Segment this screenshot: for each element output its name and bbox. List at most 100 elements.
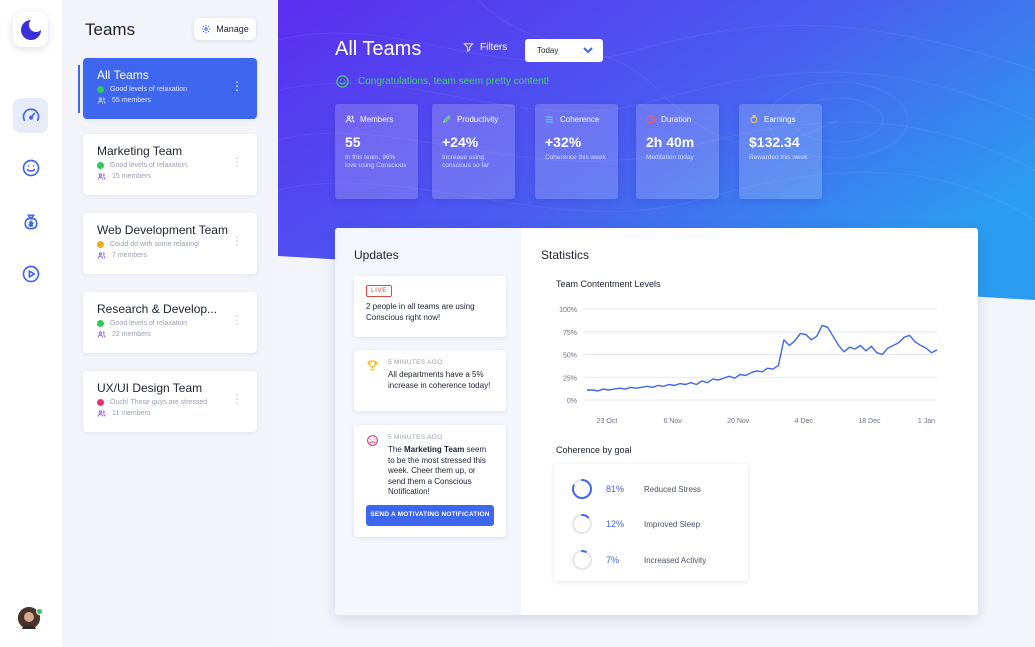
nav-wellbeing[interactable] — [13, 150, 48, 185]
stat-card-productivity: Productivity +24% Increase using conscio… — [432, 104, 515, 199]
team-name: UX/UI Design Team — [97, 381, 203, 395]
statistics-title: Statistics — [541, 248, 590, 262]
stat-label: Coherence — [560, 114, 600, 124]
team-members: 7 members — [112, 252, 148, 259]
filters-button[interactable]: Filters — [463, 42, 507, 53]
goal-percent: 7% — [606, 555, 620, 565]
team-card-research[interactable]: Research & Develop... Good levels of rel… — [83, 292, 257, 353]
goal-row-increased-activity[interactable]: 7% Increased Activity — [571, 549, 706, 571]
stat-card-coherence: Coherence +32% Coherence this week — [535, 104, 618, 199]
chart-title: Team Contentment Levels — [556, 279, 661, 289]
chevron-down-icon — [583, 47, 593, 54]
gear-icon — [202, 24, 211, 34]
main-content: All Teams Filters Today Congratulations,… — [278, 0, 1035, 647]
series-line — [587, 324, 938, 392]
x-tick-label: 18 Dec — [858, 418, 881, 425]
update-coherence[interactable]: 5 MINUTES AGO All departments have a 5% … — [354, 350, 506, 411]
team-card-all-teams[interactable]: All Teams Good levels of relaxation 55 m… — [83, 58, 257, 119]
progress-ring-icon — [572, 550, 592, 570]
stat-subtext: Meditation today — [646, 154, 694, 161]
team-name: Research & Develop... — [97, 302, 218, 316]
dashboard-panel: Updates LIVE 2 people in all teams are u… — [335, 228, 978, 615]
y-tick-label: 75% — [563, 330, 577, 337]
page-title: All Teams — [335, 38, 422, 60]
y-tick-label: 100% — [559, 307, 577, 314]
stat-value: 2h 40m — [646, 134, 695, 150]
update-text-b: today! — [466, 380, 491, 390]
stat-value: 55 — [345, 134, 361, 150]
live-badge: LIVE — [366, 285, 393, 298]
goal-label: Reduced Stress — [644, 484, 701, 494]
trophy-icon — [367, 360, 378, 371]
update-live[interactable]: LIVE 2 people in all teams are using Con… — [354, 276, 506, 337]
x-tick-label: 20 Nov — [727, 418, 750, 425]
congrats-message: Congratulations, team seem pretty conten… — [335, 74, 549, 89]
active-team-indicator — [78, 65, 80, 113]
filter-icon — [463, 43, 474, 52]
team-status: Ouch! These guys are stressed — [110, 399, 208, 406]
goal-row-reduced-stress[interactable]: 81% Reduced Stress — [571, 478, 701, 500]
stat-value: +24% — [442, 134, 479, 150]
team-members: 22 members — [112, 331, 151, 338]
icon-rail — [0, 0, 62, 647]
stat-label: Duration — [661, 114, 692, 124]
nav-earnings[interactable] — [13, 204, 48, 239]
money-bag-icon — [23, 214, 38, 230]
nav-dashboard[interactable] — [13, 98, 48, 133]
status-dot — [97, 320, 104, 327]
pencil-icon — [442, 115, 451, 124]
team-card-web-development[interactable]: Web Development Team Could do with some … — [83, 213, 257, 274]
date-range-select[interactable]: Today — [525, 39, 603, 62]
smile-icon — [22, 159, 39, 176]
kebab-menu-icon[interactable]: ⋮ — [231, 156, 243, 168]
user-avatar[interactable] — [18, 607, 43, 629]
kebab-menu-icon[interactable]: ⋮ — [231, 393, 243, 405]
people-icon — [97, 173, 106, 180]
kebab-menu-icon[interactable]: ⋮ — [231, 80, 243, 92]
kebab-menu-icon[interactable]: ⋮ — [231, 314, 243, 326]
team-members: 55 members — [112, 97, 151, 104]
money-bag-icon — [750, 115, 758, 123]
team-status: Good levels of relaxation — [110, 162, 188, 169]
update-time: 5 MINUTES AGO — [388, 434, 443, 441]
stat-subtext: Coherence this week — [545, 154, 606, 161]
update-text-bold: Marketing Team — [404, 445, 465, 455]
team-card-ux-ui-design[interactable]: UX/UI Design Team Ouch! These guys are s… — [83, 371, 257, 432]
team-card-marketing[interactable]: Marketing Team Good levels of relaxation… — [83, 134, 257, 195]
manage-button[interactable]: Manage — [194, 18, 256, 40]
goal-title: Coherence by goal — [556, 445, 632, 455]
teams-title: Teams — [85, 20, 136, 39]
send-notification-button[interactable]: SEND A MOTIVATING NOTIFICATION — [366, 505, 494, 526]
goal-percent: 12% — [606, 519, 625, 529]
status-dot — [97, 399, 104, 406]
y-tick-label: 25% — [563, 375, 577, 382]
team-status: Good levels of relaxation — [110, 320, 188, 327]
kebab-menu-icon[interactable]: ⋮ — [231, 235, 243, 247]
update-marketing-stress[interactable]: 5 MINUTES AGO The Marketing Team seem to… — [354, 425, 506, 537]
goal-row-improved-sleep[interactable]: 12% Improved Sleep — [571, 513, 700, 535]
update-text-a: All departments have a — [388, 370, 473, 380]
stat-subtext: In this team, 96% love using Conscious — [345, 154, 407, 170]
stat-card-members: Members 55 In this team, 96% love using … — [335, 104, 418, 199]
goal-label: Improved Sleep — [644, 519, 701, 529]
goal-label: Increased Activity — [644, 555, 707, 565]
update-text-a: The — [388, 445, 405, 455]
sad-face-icon — [367, 435, 378, 446]
coherence-goals-card: 81% Reduced Stress 12% Improved Sleep 7%… — [554, 464, 748, 581]
update-text: All departments have a 5% increase in co… — [388, 370, 494, 391]
x-tick-label: 4 Dec — [795, 418, 814, 425]
status-dot — [97, 241, 104, 248]
status-dot — [97, 86, 104, 93]
team-members: 15 members — [112, 173, 151, 180]
team-name: Marketing Team — [97, 144, 183, 158]
clock-icon — [646, 114, 656, 124]
manage-label: Manage — [216, 24, 249, 34]
team-status: Good levels of relaxation — [110, 86, 188, 93]
nav-media[interactable] — [13, 256, 48, 291]
people-icon — [97, 410, 106, 417]
y-tick-label: 0% — [567, 398, 577, 405]
team-members: 11 members — [112, 410, 151, 417]
people-icon — [97, 252, 106, 259]
waves-icon — [545, 116, 553, 123]
app-logo[interactable] — [13, 12, 48, 47]
